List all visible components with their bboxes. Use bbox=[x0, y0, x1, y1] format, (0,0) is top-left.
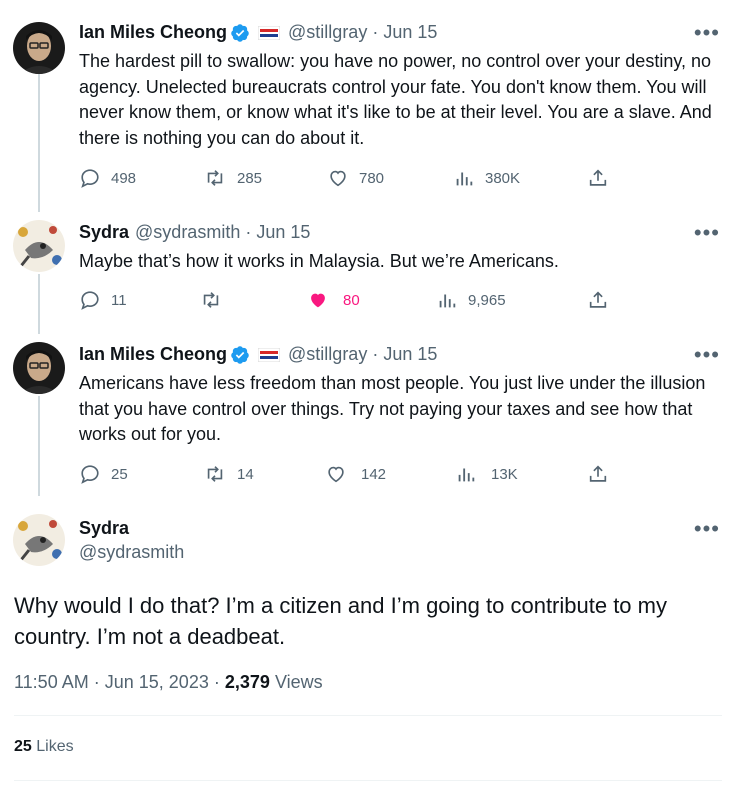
separator: · bbox=[372, 22, 379, 42]
views-label: Views bbox=[274, 672, 323, 692]
display-name[interactable]: Ian Miles Cheong bbox=[79, 344, 227, 365]
separator: · bbox=[245, 222, 252, 242]
tweet-text: Why would I do that? I’m a citizen and I… bbox=[14, 593, 667, 649]
share-icon bbox=[589, 169, 607, 186]
display-name[interactable]: Ian Miles Cheong bbox=[79, 22, 227, 43]
view-count: 2,379 bbox=[224, 672, 270, 692]
views-button[interactable]: 380K bbox=[453, 167, 520, 189]
tweet-text: Maybe that’s how it works in Malaysia. B… bbox=[79, 251, 559, 271]
retweet-icon bbox=[207, 466, 223, 482]
like-button[interactable]: 780 bbox=[327, 167, 384, 189]
more-options-icon[interactable]: ••• bbox=[694, 20, 720, 46]
like-count: 80 bbox=[343, 291, 360, 309]
tweet[interactable]: Ian Miles Cheong @stillgray · Jun 15 •••… bbox=[0, 0, 747, 200]
tweet-meta: 11:50 AM · Jun 15, 2023 · 2,379 Views bbox=[14, 672, 323, 693]
share-icon bbox=[589, 465, 607, 482]
reply-icon bbox=[81, 465, 99, 484]
reply-count: 25 bbox=[111, 465, 128, 483]
handle[interactable]: @stillgray bbox=[288, 22, 367, 43]
likes-label: Likes bbox=[36, 738, 74, 755]
reply-count: 498 bbox=[111, 169, 137, 187]
view-count: 13K bbox=[491, 465, 518, 483]
focused-tweet: Sydra @sydrasmith ••• Why would I do tha… bbox=[0, 496, 747, 786]
tweet-text: Americans have less freedom than most pe… bbox=[79, 373, 706, 444]
likes-summary[interactable]: 25 Likes bbox=[14, 738, 74, 756]
like-icon bbox=[330, 170, 346, 187]
like-button[interactable]: 142 bbox=[325, 463, 386, 485]
handle[interactable]: @sydrasmith bbox=[135, 222, 240, 243]
like-filled-icon bbox=[311, 293, 325, 308]
avatar[interactable] bbox=[13, 514, 65, 566]
tweet-actions: 25 14 142 13K bbox=[79, 463, 639, 487]
view-count: 380K bbox=[485, 169, 521, 187]
handle[interactable]: @stillgray bbox=[288, 344, 367, 365]
separator: · bbox=[372, 344, 379, 364]
separator: · bbox=[93, 672, 100, 692]
more-options-icon[interactable]: ••• bbox=[694, 516, 720, 542]
divider bbox=[14, 715, 722, 716]
retweet-icon bbox=[207, 170, 223, 186]
share-button[interactable] bbox=[587, 167, 609, 189]
views-icon bbox=[456, 172, 473, 186]
reply-count: 11 bbox=[111, 291, 127, 309]
avatar[interactable] bbox=[13, 342, 65, 394]
share-icon bbox=[589, 291, 607, 308]
retweet-button[interactable] bbox=[199, 289, 223, 311]
affiliate-badge-icon[interactable] bbox=[258, 25, 281, 40]
like-count: 142 bbox=[361, 465, 387, 483]
display-name[interactable]: Sydra bbox=[79, 222, 129, 243]
more-options-icon[interactable]: ••• bbox=[694, 342, 720, 368]
like-count: 780 bbox=[359, 169, 385, 187]
views-icon bbox=[458, 468, 475, 482]
like-count: 25 bbox=[14, 738, 32, 755]
tweet-actions: 498 285 780 380K bbox=[79, 167, 639, 191]
affiliate-badge-icon[interactable] bbox=[258, 347, 281, 362]
verified-badge-icon bbox=[230, 345, 250, 365]
tweet-date[interactable]: Jun 15, 2023 bbox=[105, 672, 209, 692]
more-options-icon[interactable]: ••• bbox=[694, 220, 720, 246]
retweet-button[interactable]: 285 bbox=[203, 167, 262, 189]
tweet-date[interactable]: Jun 15 bbox=[256, 222, 310, 243]
tweet[interactable]: Ian Miles Cheong @stillgray · Jun 15 •••… bbox=[0, 322, 747, 496]
tweet[interactable]: Sydra @sydrasmith · Jun 15 ••• Maybe tha… bbox=[0, 200, 747, 322]
retweet-count: 285 bbox=[237, 169, 263, 187]
retweet-icon bbox=[203, 292, 219, 308]
tweet-date[interactable]: Jun 15 bbox=[383, 344, 437, 365]
like-icon bbox=[328, 466, 344, 483]
tweet-time[interactable]: 11:50 AM bbox=[14, 672, 89, 692]
reply-button[interactable]: 25 bbox=[79, 463, 128, 485]
separator: · bbox=[213, 672, 220, 692]
verified-badge-icon bbox=[230, 23, 250, 43]
views-button[interactable]: 13K bbox=[455, 463, 518, 485]
reply-icon bbox=[81, 169, 99, 188]
reply-button[interactable]: 11 bbox=[79, 289, 127, 311]
tweet-text: The hardest pill to swallow: you have no… bbox=[79, 51, 712, 148]
view-count: 9,965 bbox=[468, 291, 506, 309]
tweet-header: Ian Miles Cheong @stillgray · Jun 15 bbox=[79, 344, 437, 365]
avatar[interactable] bbox=[13, 220, 65, 272]
views-button[interactable]: 9,965 bbox=[436, 289, 506, 311]
share-button[interactable] bbox=[587, 463, 609, 485]
views-icon bbox=[439, 294, 456, 308]
retweet-button[interactable]: 14 bbox=[203, 463, 254, 485]
reply-button[interactable]: 498 bbox=[79, 167, 136, 189]
display-name[interactable]: Sydra bbox=[79, 518, 129, 539]
reply-icon bbox=[81, 291, 99, 310]
like-button[interactable]: 80 bbox=[307, 289, 360, 311]
divider bbox=[14, 780, 722, 781]
tweet-actions: 11 80 9,965 bbox=[79, 289, 639, 313]
tweet-header: Sydra @sydrasmith · Jun 15 bbox=[79, 222, 310, 243]
retweet-count: 14 bbox=[237, 465, 254, 483]
tweet-date[interactable]: Jun 15 bbox=[383, 22, 437, 43]
handle[interactable]: @sydrasmith bbox=[79, 542, 184, 563]
tweet-header: Ian Miles Cheong @stillgray · Jun 15 bbox=[79, 22, 437, 43]
avatar[interactable] bbox=[13, 22, 65, 74]
share-button[interactable] bbox=[587, 289, 609, 311]
